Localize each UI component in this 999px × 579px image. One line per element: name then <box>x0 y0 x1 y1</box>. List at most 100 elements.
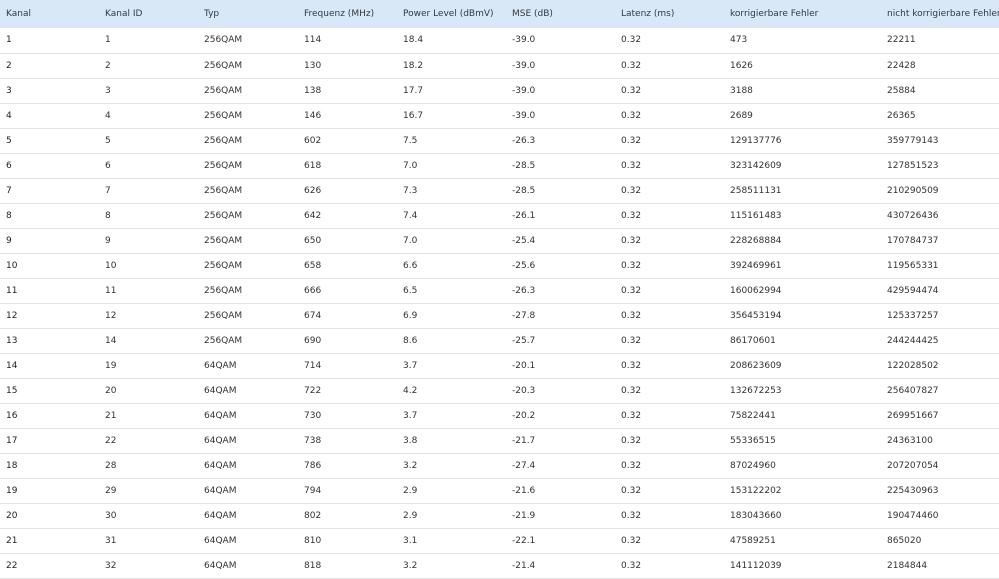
cell-mse: -28.5 <box>506 153 615 179</box>
cell-mse: -21.4 <box>506 553 615 579</box>
cell-power-level: 6.9 <box>397 303 506 329</box>
cell-korrigierbare-fehler: 75822441 <box>724 403 881 429</box>
cell-kanal-id: 19 <box>99 353 198 379</box>
cell-power-level: 3.7 <box>397 403 506 429</box>
cell-power-level: 7.0 <box>397 153 506 179</box>
cell-frequenz: 794 <box>298 478 397 504</box>
cell-typ: 64QAM <box>198 478 298 504</box>
cell-nicht-korrigierbare-fehler: 170784737 <box>881 228 999 254</box>
cell-korrigierbare-fehler: 87024960 <box>724 453 881 479</box>
cell-typ: 256QAM <box>198 178 298 204</box>
cell-mse: -25.4 <box>506 228 615 254</box>
cell-power-level: 6.6 <box>397 253 506 279</box>
cell-kanal: 5 <box>0 128 99 154</box>
cell-kanal: 14 <box>0 353 99 379</box>
cell-mse: -25.6 <box>506 253 615 279</box>
header-nicht-korrigierbare-fehler: nicht korrigierbare Fehler <box>887 9 999 19</box>
table-row: 20 30 64QAM 802 2.9 -21.9 0.32 183043660 1904744… <box>0 503 999 529</box>
cell-latenz: 0.32 <box>615 378 724 404</box>
cell-latenz: 0.32 <box>615 403 724 429</box>
cell-nicht-korrigierbare-fehler: 2184844 <box>881 553 999 579</box>
cell-kanal-id: 12 <box>99 303 198 329</box>
cell-kanal-id: 22 <box>99 428 198 454</box>
cell-korrigierbare-fehler: 228268884 <box>724 228 881 254</box>
cell-kanal: 20 <box>0 503 99 529</box>
header-row: Kanal Kanal ID Typ Frequenz (MHz) Power Leve… <box>0 0 999 28</box>
cell-kanal-id: 4 <box>99 103 198 129</box>
cell-mse: -20.2 <box>506 403 615 429</box>
cell-nicht-korrigierbare-fehler: 256407827 <box>881 378 999 404</box>
cell-mse: -21.7 <box>506 428 615 454</box>
cell-typ: 256QAM <box>198 128 298 154</box>
header-latenz: Latenz (ms) <box>621 9 675 19</box>
cell-power-level: 3.2 <box>397 453 506 479</box>
table-row: 21 31 64QAM 810 3.1 -22.1 0.32 47589251 865020 <box>0 528 999 554</box>
header-kanal: Kanal <box>6 9 31 19</box>
cell-nicht-korrigierbare-fehler: 24363100 <box>881 428 999 454</box>
table-row: 19 29 64QAM 794 2.9 -21.6 0.32 153122202 2254309… <box>0 478 999 504</box>
cell-korrigierbare-fehler: 153122202 <box>724 478 881 504</box>
cell-korrigierbare-fehler: 86170601 <box>724 328 881 354</box>
cell-latenz: 0.32 <box>615 453 724 479</box>
table-row: 3 3 256QAM 138 17.7 -39.0 0.32 3188 25884 <box>0 78 999 104</box>
table-row: 5 5 256QAM 602 7.5 -26.3 0.32 129137776 35977914… <box>0 128 999 154</box>
cell-typ: 256QAM <box>198 303 298 329</box>
cell-nicht-korrigierbare-fehler: 25884 <box>881 78 999 104</box>
cell-frequenz: 642 <box>298 203 397 229</box>
cell-kanal: 4 <box>0 103 99 129</box>
cell-kanal-id: 6 <box>99 153 198 179</box>
cell-frequenz: 618 <box>298 153 397 179</box>
cell-nicht-korrigierbare-fehler: 122028502 <box>881 353 999 379</box>
cell-mse: -27.8 <box>506 303 615 329</box>
cell-typ: 64QAM <box>198 453 298 479</box>
cell-frequenz: 130 <box>298 53 397 79</box>
cell-kanal-id: 30 <box>99 503 198 529</box>
cell-kanal-id: 32 <box>99 553 198 579</box>
table-row: 4 4 256QAM 146 16.7 -39.0 0.32 2689 26365 <box>0 103 999 129</box>
cell-kanal: 15 <box>0 378 99 404</box>
cell-frequenz: 690 <box>298 328 397 354</box>
cell-kanal: 22 <box>0 553 99 579</box>
cell-typ: 256QAM <box>198 103 298 129</box>
cell-latenz: 0.32 <box>615 178 724 204</box>
cell-korrigierbare-fehler: 392469961 <box>724 253 881 279</box>
cell-kanal: 17 <box>0 428 99 454</box>
cell-latenz: 0.32 <box>615 78 724 104</box>
cell-frequenz: 786 <box>298 453 397 479</box>
cell-latenz: 0.32 <box>615 103 724 129</box>
cell-typ: 64QAM <box>198 353 298 379</box>
cell-mse: -28.5 <box>506 178 615 204</box>
cell-latenz: 0.32 <box>615 53 724 79</box>
cell-power-level: 6.5 <box>397 278 506 304</box>
cell-latenz: 0.32 <box>615 128 724 154</box>
cell-nicht-korrigierbare-fehler: 127851523 <box>881 153 999 179</box>
cell-kanal: 11 <box>0 278 99 304</box>
cell-typ: 64QAM <box>198 403 298 429</box>
cell-nicht-korrigierbare-fehler: 207207054 <box>881 453 999 479</box>
cell-power-level: 7.3 <box>397 178 506 204</box>
cell-power-level: 3.8 <box>397 428 506 454</box>
cell-mse: -39.0 <box>506 103 615 129</box>
cell-frequenz: 674 <box>298 303 397 329</box>
cell-typ: 256QAM <box>198 153 298 179</box>
cell-korrigierbare-fehler: 473 <box>724 28 881 54</box>
cell-kanal-id: 14 <box>99 328 198 354</box>
cell-nicht-korrigierbare-fehler: 225430963 <box>881 478 999 504</box>
table-row: 6 6 256QAM 618 7.0 -28.5 0.32 323142609 12785152… <box>0 153 999 179</box>
cell-typ: 256QAM <box>198 228 298 254</box>
cell-typ: 64QAM <box>198 528 298 554</box>
cell-typ: 64QAM <box>198 378 298 404</box>
cell-kanal: 8 <box>0 203 99 229</box>
cell-frequenz: 666 <box>298 278 397 304</box>
cell-mse: -20.3 <box>506 378 615 404</box>
cell-kanal: 12 <box>0 303 99 329</box>
table-row: 17 22 64QAM 738 3.8 -21.7 0.32 55336515 24363100 <box>0 428 999 454</box>
cell-kanal-id: 3 <box>99 78 198 104</box>
cell-frequenz: 602 <box>298 128 397 154</box>
cell-frequenz: 818 <box>298 553 397 579</box>
cell-kanal-id: 5 <box>99 128 198 154</box>
cell-kanal: 2 <box>0 53 99 79</box>
cell-nicht-korrigierbare-fehler: 359779143 <box>881 128 999 154</box>
cell-mse: -26.3 <box>506 128 615 154</box>
cell-korrigierbare-fehler: 208623609 <box>724 353 881 379</box>
